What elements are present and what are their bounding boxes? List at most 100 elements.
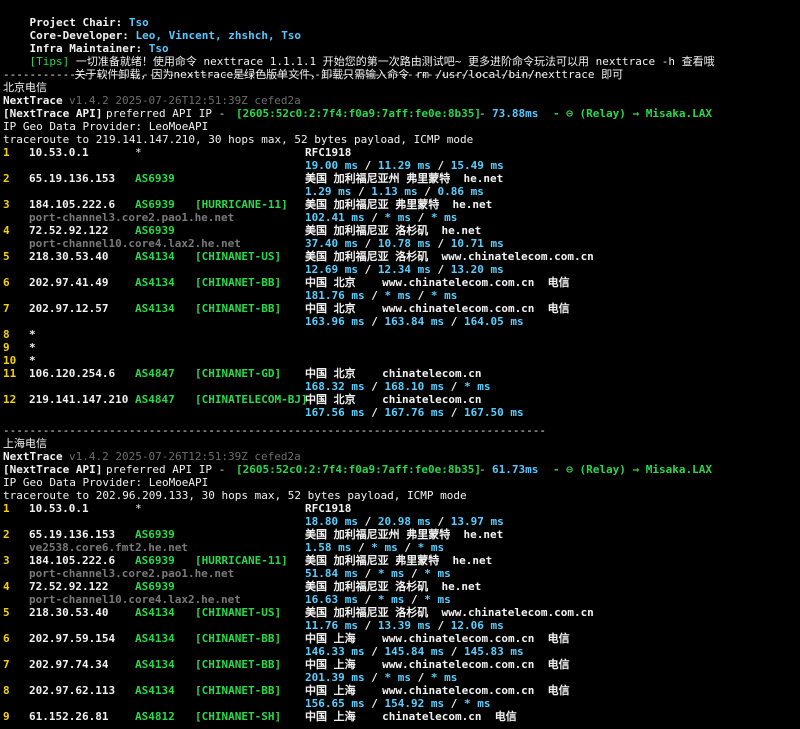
hop-latency: 102.41 ms / * ms / * ms	[305, 211, 457, 224]
hop-ip: 202.97.62.113	[29, 684, 116, 697]
hop-latency: 146.33 ms / 145.84 ms / 145.83 ms	[305, 645, 524, 658]
latency-value: 12.06 ms	[450, 619, 504, 632]
hop-tag: [HURRICANE-11]	[195, 198, 288, 211]
hop-geo: 美国 加利福尼亚 洛杉矶 www.chinatelecom.com.cn	[305, 606, 594, 619]
latency-value: 11.76 ms	[305, 619, 358, 632]
latency-value: 164.05 ms	[463, 315, 524, 328]
hop-latency: 37.40 ms / 10.78 ms / 10.71 ms	[305, 237, 504, 250]
hop-asn: AS6939	[135, 528, 175, 541]
hop-asn: *	[135, 502, 142, 515]
latency-value: * ms	[384, 211, 411, 224]
hop-tag: [CHINANET-BB]	[195, 276, 282, 289]
hop-tag: [CHINANET-BB]	[195, 684, 282, 697]
hop-ip: 202.97.12.57	[29, 302, 109, 315]
latency-separator: /	[410, 671, 431, 684]
latency-separator: /	[364, 671, 385, 684]
latency-value: 0.86 ms	[437, 185, 484, 198]
latency-value: * ms	[424, 593, 451, 606]
api-dash: -	[479, 107, 486, 120]
core-developer-name: Tso	[281, 29, 302, 42]
latency-value: * ms	[463, 380, 491, 393]
latency-separator: /	[444, 380, 464, 393]
hop-ip: 65.19.136.153	[29, 528, 116, 541]
latency-value: * ms	[463, 697, 491, 710]
latency-value: 102.41 ms	[305, 211, 365, 224]
latency-separator: /	[364, 645, 385, 658]
hop-latency: 168.32 ms / 168.10 ms / * ms	[305, 380, 490, 393]
hop-geo: 中国 北京 chinatelecom.cn	[305, 393, 482, 406]
hop-tag: [CHINANET-US]	[195, 606, 282, 619]
hop-ip: 106.120.254.6	[29, 367, 116, 380]
latency-separator: /	[404, 593, 425, 606]
hop-tag: [CHINATELECOM-BJ]	[195, 393, 308, 406]
geo-provider-text: IP Geo Data Provider: LeoMoeAPI	[3, 476, 209, 489]
latency-separator: /	[351, 541, 372, 554]
hop-number: 9	[3, 710, 10, 723]
hop-asn: *	[135, 146, 142, 159]
hop-ip: *	[29, 354, 36, 367]
hop-asn: AS6939	[135, 554, 175, 567]
latency-separator: /	[410, 289, 431, 302]
api-relay: - ⊖ (Relay) → Misaka.LAX	[553, 463, 712, 476]
latency-value: 15.49 ms	[450, 159, 504, 172]
core-developer-name: Vincent,	[168, 29, 222, 42]
tips-line: [Tips] 一切准备就绪！使用命令 nexttrace 1.1.1.1 开始您…	[3, 42, 715, 68]
hop-ip: 184.105.222.6	[29, 198, 116, 211]
latency-value: 1.13 ms	[371, 185, 418, 198]
hop-geo: 中国 上海 chinatelecom.cn 电信	[305, 710, 517, 723]
hop-ip: *	[29, 341, 36, 354]
hop-asn: AS6939	[135, 172, 175, 185]
hop-ptr: port-channel10.core4.lax2.he.net	[29, 237, 241, 250]
hop-ip: 72.52.92.122	[29, 224, 109, 237]
latency-value: 154.92 ms	[384, 697, 445, 710]
latency-value: 163.84 ms	[384, 315, 445, 328]
hop-number: 8	[3, 684, 10, 697]
hop-geo: 美国 加利福尼亚 洛杉矶 he.net	[305, 224, 482, 237]
version-text: v1.4.2 2025-07-26T12:51:39Z cefed2a	[69, 450, 301, 463]
latency-separator: /	[364, 406, 385, 419]
latency-separator: /	[417, 185, 438, 198]
hop-ptr: ve2538.core6.fmt2.he.net	[29, 541, 188, 554]
latency-value: * ms	[424, 567, 451, 580]
project-chair-line: Project Chair: Tso	[3, 3, 149, 29]
latency-separator: /	[430, 515, 451, 528]
latency-value: * ms	[377, 567, 405, 580]
latency-separator: /	[357, 515, 378, 528]
hop-latency: 181.76 ms / * ms / * ms	[305, 289, 457, 302]
hop-number: 3	[3, 198, 10, 211]
api-latency: 73.88ms	[492, 107, 539, 120]
api-text: preferred API IP -	[106, 463, 226, 476]
latency-value: * ms	[377, 593, 405, 606]
hop-geo: 中国 北京 chinatelecom.cn	[305, 367, 482, 380]
hop-number: 7	[3, 302, 10, 315]
hop-latency: 1.29 ms / 1.13 ms / 0.86 ms	[305, 185, 484, 198]
hop-latency: 16.63 ms / * ms / * ms	[305, 593, 451, 606]
latency-separator: /	[410, 211, 431, 224]
latency-separator: /	[430, 159, 451, 172]
hop-ip: 202.97.74.34	[29, 658, 109, 671]
hop-latency: 163.96 ms / 163.84 ms / 164.05 ms	[305, 315, 524, 328]
hop-asn: AS4847	[135, 367, 175, 380]
latency-value: 51.84 ms	[305, 567, 358, 580]
hop-ptr: port-channel3.core2.pao1.he.net	[29, 211, 235, 224]
latency-value: * ms	[430, 289, 458, 302]
hop-latency: 19.00 ms / 11.29 ms / 15.49 ms	[305, 159, 504, 172]
hop-number: 6	[3, 276, 10, 289]
latency-value: 10.71 ms	[450, 237, 504, 250]
hop-geo: 中国 北京 www.chinatelecom.com.cn 电信	[305, 276, 570, 289]
hop-geo: RFC1918	[305, 502, 352, 515]
hop-number: 1	[3, 146, 10, 159]
hop-asn: AS4134	[135, 658, 175, 671]
hop-tag: [CHINANET-GD]	[195, 367, 282, 380]
hop-number: 11	[3, 367, 17, 380]
latency-separator: /	[357, 567, 378, 580]
hop-geo: 中国 北京 www.chinatelecom.com.cn 电信	[305, 302, 570, 315]
hop-ip: 10.53.0.1	[29, 146, 89, 159]
hop-number: 8	[3, 328, 10, 341]
hop-tag: [CHINANET-US]	[195, 250, 282, 263]
latency-value: * ms	[430, 211, 458, 224]
latency-value: 11.29 ms	[377, 159, 431, 172]
hop-tag: [CHINANET-BB]	[195, 302, 282, 315]
hop-ip: 202.97.59.154	[29, 632, 116, 645]
latency-separator: /	[364, 211, 385, 224]
